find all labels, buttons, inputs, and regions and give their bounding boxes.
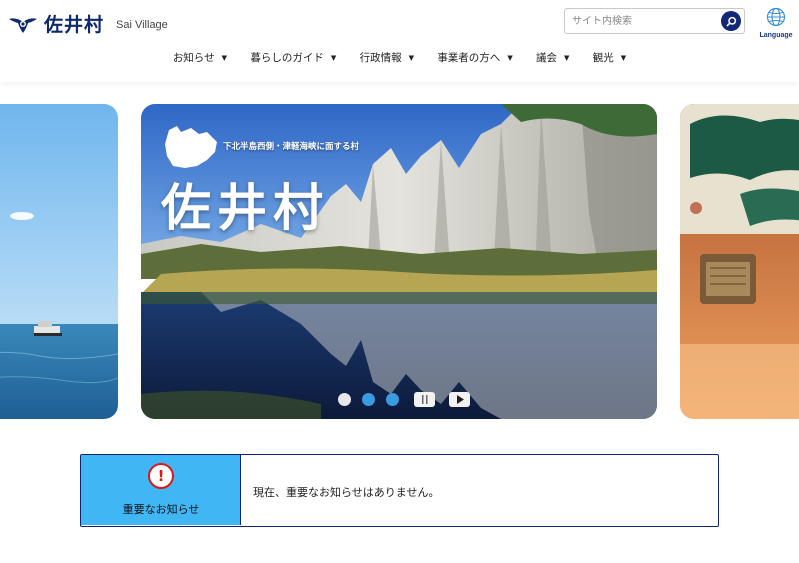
logo-text: 佐井村 [44, 14, 105, 36]
main-nav: お知らせ ▼ 暮らしのガイド ▼ 行政情報 ▼ 事業者の方へ ▼ 議会 ▼ 観光 ▼ [0, 50, 799, 65]
search-button[interactable] [721, 11, 741, 31]
nav-label: 議会 [536, 52, 558, 64]
nav-item-administration[interactable]: 行政情報 ▼ [360, 50, 414, 65]
site-logo[interactable]: 佐井村 Sai Village [8, 10, 168, 37]
nav-item-tourism[interactable]: 観光 ▼ [593, 50, 626, 65]
nav-label: 暮らしのガイド [250, 52, 324, 64]
sea-ferry-image [0, 104, 118, 419]
caret-down-icon: ▼ [221, 54, 227, 62]
nav-item-news[interactable]: お知らせ ▼ [173, 50, 227, 65]
language-label: Language [759, 32, 793, 39]
pause-icon [421, 395, 427, 404]
hero-title: 佐井村 [161, 179, 329, 237]
alert-icon: ! [148, 463, 174, 489]
caret-down-icon: ▼ [408, 54, 414, 62]
carousel-slide-next[interactable] [680, 104, 799, 419]
carousel-dot-3[interactable] [386, 393, 399, 406]
site-header: 佐井村 Sai Village Language お知らせ ▼ 暮らしのガイド ▼ … [0, 0, 799, 82]
hero-tagline: 下北半島西側・津軽海峡に面する村 [223, 142, 360, 152]
search-icon [726, 16, 736, 26]
search-box [564, 8, 745, 34]
important-notice-box: ! 重要なお知らせ 現在、重要なお知らせはありません。 [80, 454, 719, 527]
carousel-controls [338, 392, 480, 407]
language-button[interactable]: Language [756, 7, 796, 39]
carousel-dot-1[interactable] [338, 393, 351, 406]
carousel-slide-current[interactable]: 下北半島西側・津軽海峡に面する村 佐井村 [141, 104, 657, 419]
nav-item-assembly[interactable]: 議会 ▼ [536, 50, 569, 65]
nav-label: 事業者の方へ [437, 52, 501, 64]
nav-label: 観光 [592, 52, 614, 64]
important-notice-title: 重要なお知らせ [122, 503, 200, 516]
village-emblem-icon [9, 17, 37, 33]
play-icon [456, 395, 464, 404]
caret-down-icon: ▼ [620, 54, 627, 62]
nav-item-living-guide[interactable]: 暮らしのガイド ▼ [250, 50, 336, 65]
caret-down-icon: ▼ [507, 54, 513, 62]
logo-subtitle: Sai Village [116, 19, 168, 31]
important-notice-header: ! 重要なお知らせ [81, 455, 241, 525]
carousel-dot-2[interactable] [362, 393, 375, 406]
nav-label: お知らせ [172, 52, 215, 64]
search-input[interactable] [565, 9, 715, 33]
shrine-painting-image [680, 104, 799, 419]
important-notice-message: 現在、重要なお知らせはありません。 [253, 486, 440, 499]
nav-item-business[interactable]: 事業者の方へ ▼ [437, 50, 512, 65]
nav-label: 行政情報 [359, 52, 402, 64]
carousel-play-button[interactable] [449, 392, 470, 407]
shimokita-peninsula-map-icon [165, 126, 217, 168]
globe-icon [766, 7, 786, 27]
caret-down-icon: ▼ [330, 54, 337, 62]
carousel-pause-button[interactable] [414, 392, 435, 407]
caret-down-icon: ▼ [564, 54, 570, 62]
carousel-slide-previous[interactable] [0, 104, 118, 419]
